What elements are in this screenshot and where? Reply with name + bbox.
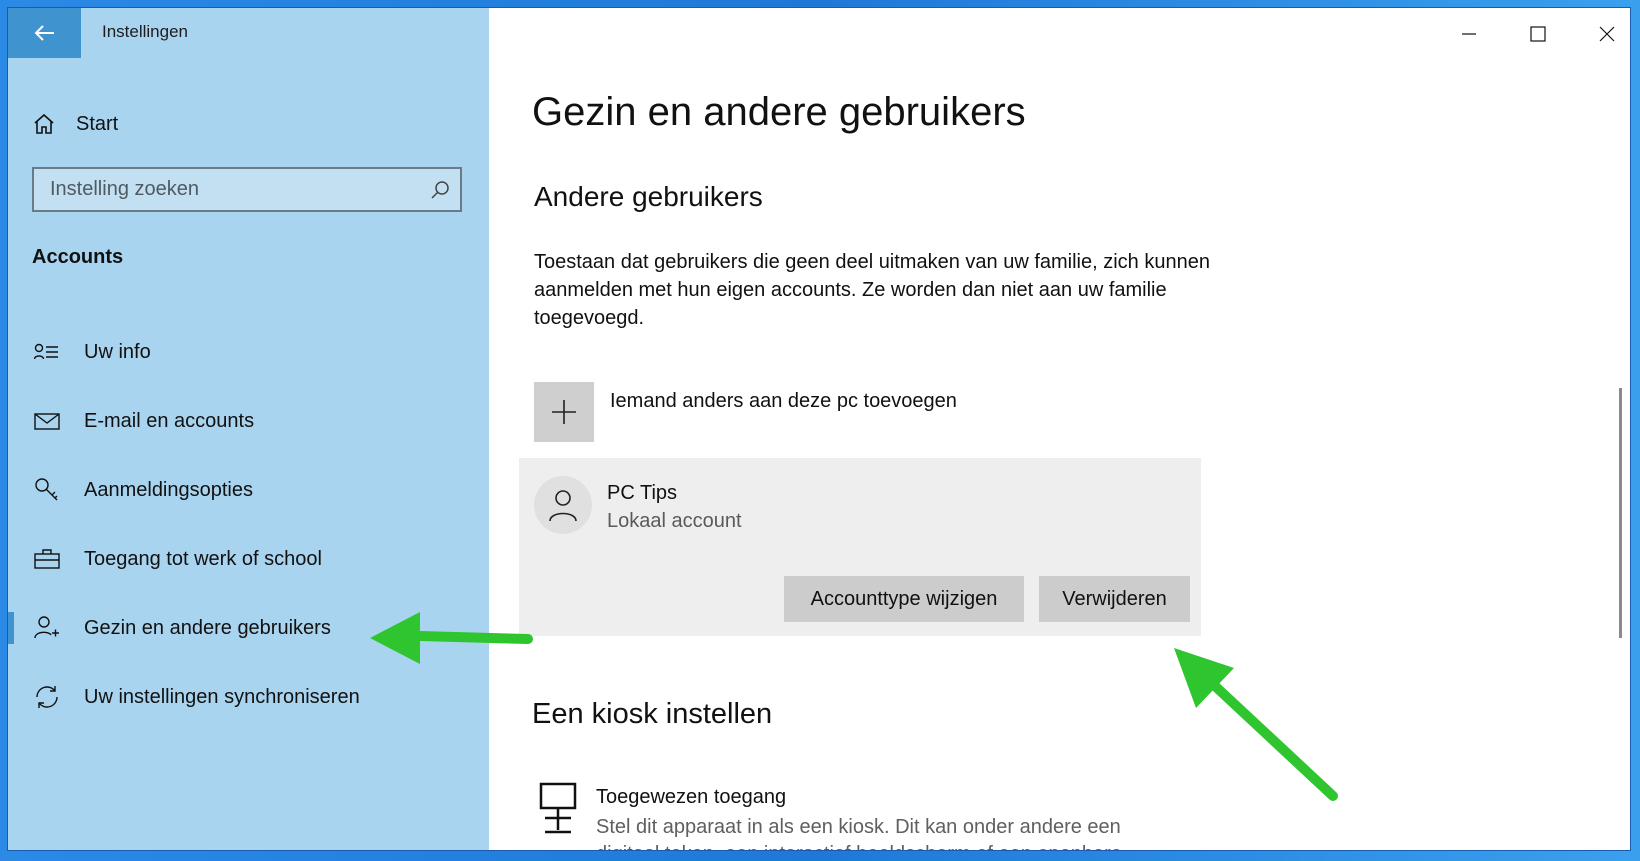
avatar <box>534 476 592 534</box>
sidebar: Instellingen Start Accounts Uw info <box>8 8 489 850</box>
sidebar-item-werk-of-school[interactable]: Toegang tot werk of school <box>8 537 489 581</box>
add-user-button[interactable] <box>534 382 594 442</box>
sidebar-item-label: Uw instellingen synchroniseren <box>84 685 360 708</box>
remove-button[interactable]: Verwijderen <box>1039 576 1190 622</box>
kiosk-icon <box>539 782 577 839</box>
briefcase-icon <box>32 548 62 570</box>
home-label: Start <box>76 112 119 135</box>
assigned-access-description: Stel dit apparaat in als een kiosk. Dit … <box>596 816 1122 850</box>
sidebar-item-gezin[interactable]: Gezin en andere gebruikers <box>8 606 489 650</box>
add-user-label[interactable]: Iemand anders aan deze pc toevoegen <box>610 390 957 413</box>
add-user-row[interactable]: Iemand anders aan deze pc toevoegen <box>534 382 957 442</box>
key-icon <box>32 477 62 503</box>
sidebar-item-label: Aanmeldingsopties <box>84 478 253 501</box>
assigned-access-link[interactable]: Toegewezen toegang <box>596 786 786 809</box>
settings-window: Instellingen Start Accounts Uw info <box>8 8 1630 850</box>
minimize-button[interactable] <box>1449 22 1489 46</box>
close-icon <box>1599 26 1615 42</box>
plus-icon <box>552 400 576 424</box>
search-input[interactable] <box>48 177 430 202</box>
minimize-icon <box>1462 33 1476 35</box>
person-add-icon <box>32 615 62 641</box>
search-box <box>32 167 462 212</box>
sidebar-item-label: E-mail en accounts <box>84 409 255 432</box>
main-content: Gezin en andere gebruikers Andere gebrui… <box>489 8 1630 850</box>
close-button[interactable] <box>1587 22 1627 46</box>
sidebar-item-aanmeldingsopties[interactable]: Aanmeldingsopties <box>8 468 489 512</box>
maximize-icon <box>1530 26 1546 42</box>
sidebar-item-label: Gezin en andere gebruikers <box>84 616 331 639</box>
section-title: Andere gebruikers <box>534 181 763 212</box>
back-arrow-icon <box>34 25 54 41</box>
page-title: Gezin en andere gebruikers <box>532 90 1026 134</box>
sidebar-item-synchroniseren[interactable]: Uw instellingen synchroniseren <box>8 675 489 719</box>
search-icon[interactable] <box>430 180 450 200</box>
user-card[interactable]: PC Tips Lokaal account Accounttype wijzi… <box>519 458 1201 636</box>
scrollbar[interactable] <box>1619 388 1622 638</box>
kiosk-section-title: Een kiosk instellen <box>532 698 773 730</box>
user-account-type: Lokaal account <box>607 510 742 532</box>
home-link[interactable]: Start <box>32 106 118 142</box>
sidebar-item-email[interactable]: E-mail en accounts <box>8 399 489 443</box>
mail-icon <box>32 411 62 431</box>
app-title: Instellingen <box>102 22 189 41</box>
maximize-button[interactable] <box>1518 22 1558 46</box>
sidebar-item-uw-info[interactable]: Uw info <box>8 330 489 374</box>
section-description: Toestaan dat gebruikers die geen deel ui… <box>534 251 1210 329</box>
sidebar-item-label: Uw info <box>84 340 151 363</box>
user-info-icon <box>32 342 62 362</box>
section-label: Accounts <box>32 246 124 268</box>
user-name: PC Tips <box>607 482 678 504</box>
home-icon <box>34 113 54 134</box>
back-button[interactable] <box>8 8 81 58</box>
sync-icon <box>32 684 62 710</box>
sidebar-item-label: Toegang tot werk of school <box>84 547 322 570</box>
change-account-type-button[interactable]: Accounttype wijzigen <box>784 576 1024 622</box>
person-icon <box>549 490 577 522</box>
